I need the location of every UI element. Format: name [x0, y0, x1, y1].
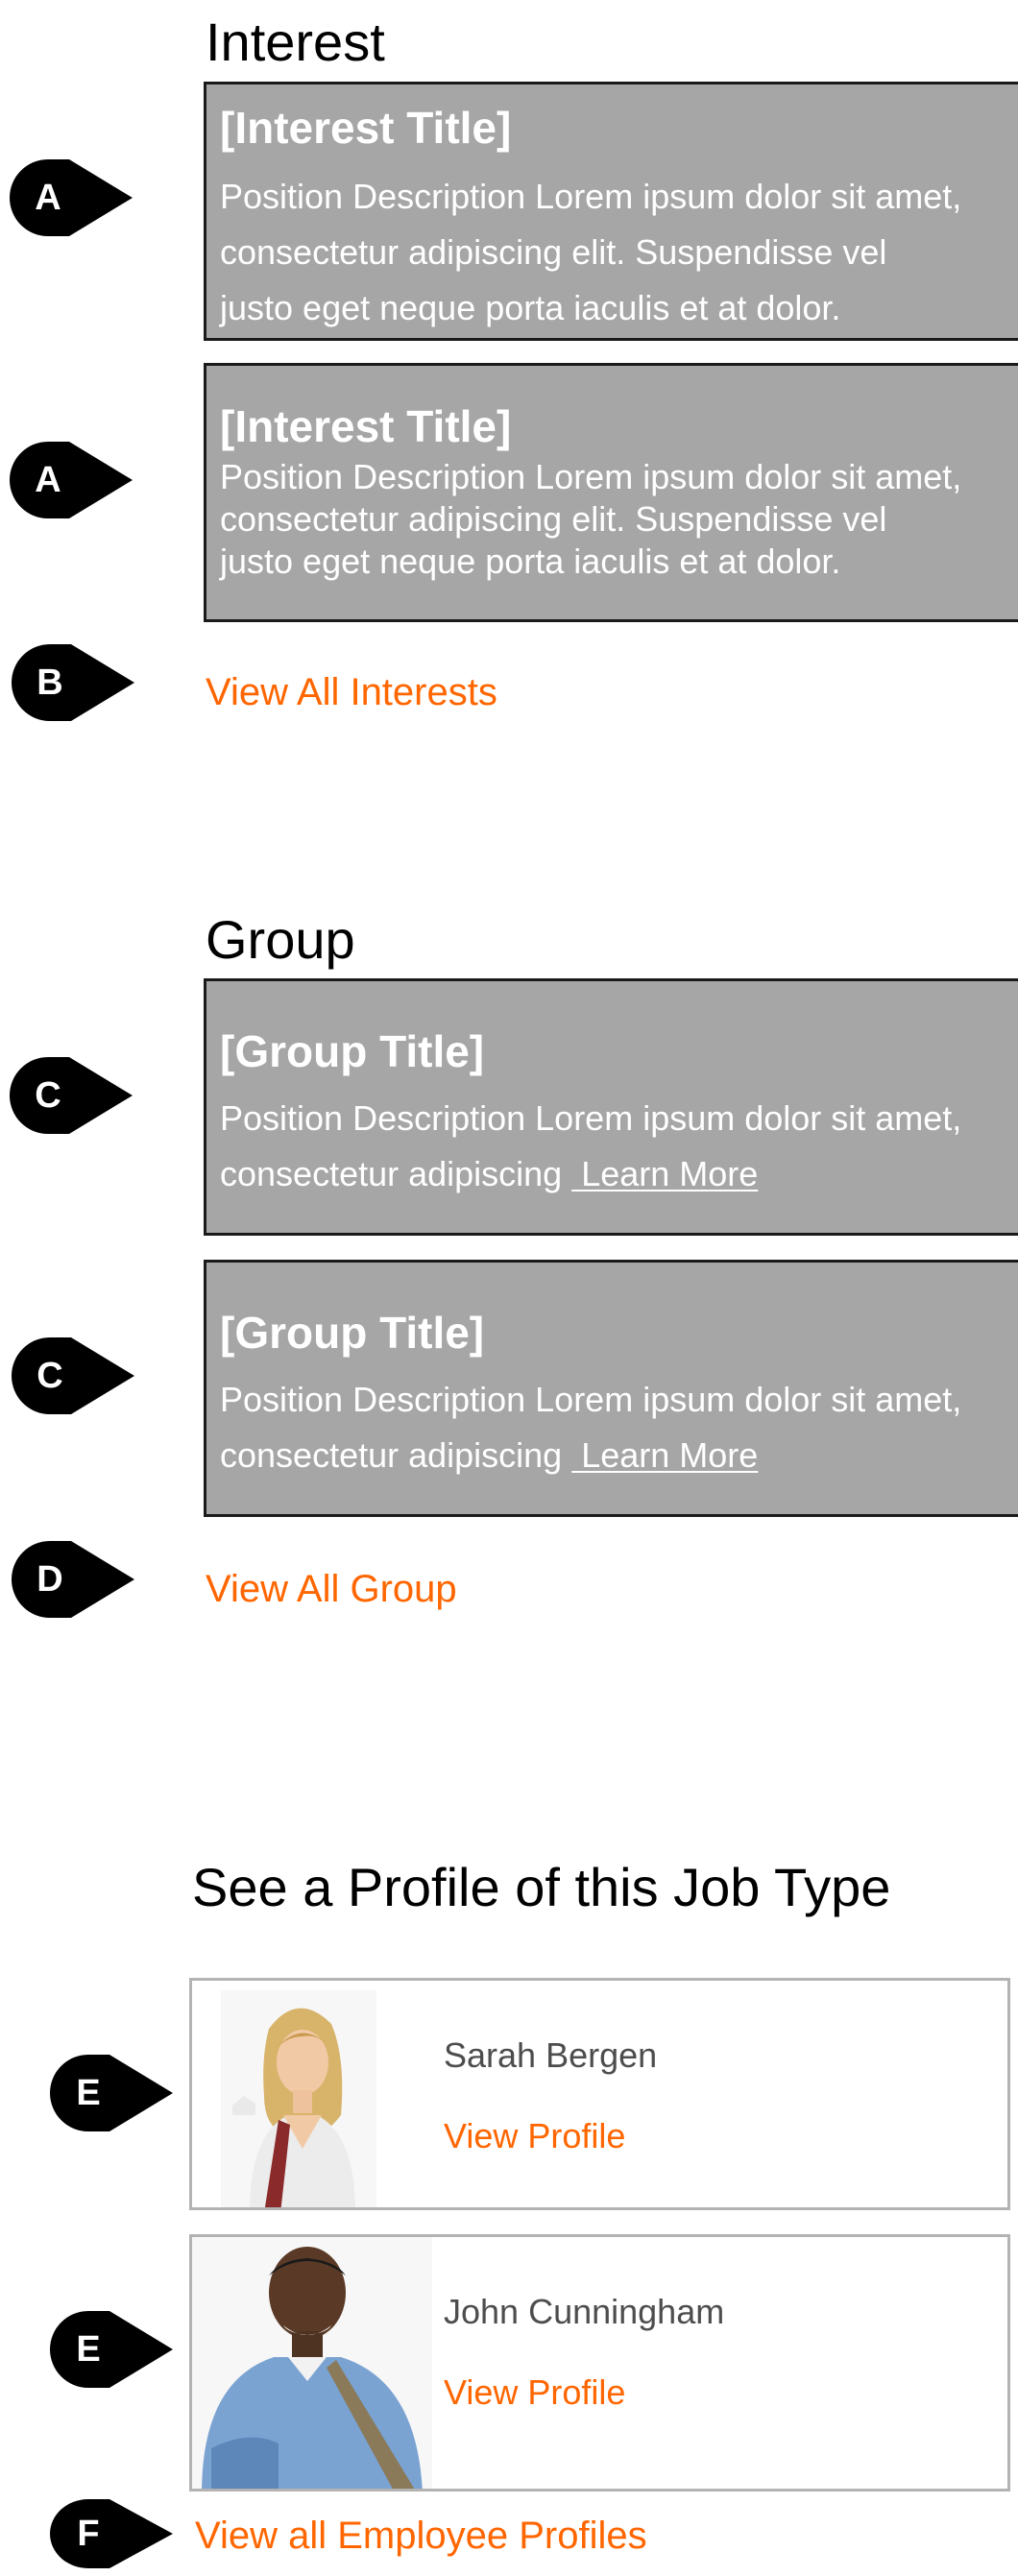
view-all-employee-profiles-link[interactable]: View all Employee Profiles: [195, 2516, 647, 2555]
marker-letter: C: [36, 1356, 63, 1396]
female-employee-photo-icon: [221, 1990, 376, 2207]
callout-marker-e: E: [50, 2055, 175, 2131]
description-line: Position Description Lorem ipsum dolor s…: [220, 457, 962, 496]
marker-letter: A: [35, 460, 61, 500]
view-profile-link[interactable]: View Profile: [444, 2375, 625, 2410]
description-text: consectetur adipiscing: [220, 1154, 572, 1193]
marker-letter: E: [76, 2073, 101, 2113]
learn-more-link[interactable]: Learn More: [571, 1435, 758, 1475]
marker-letter: E: [76, 2329, 101, 2370]
description-line: justo eget neque porta iaculis et at dol…: [220, 288, 841, 327]
interest-description: Position Description Lorem ipsum dolor s…: [220, 456, 961, 583]
interest-card[interactable]: [Interest Title] Position Description Lo…: [204, 363, 1018, 622]
profile-card[interactable]: John Cunningham View Profile: [189, 2234, 1010, 2492]
description-line: Position Description Lorem ipsum dolor s…: [220, 1098, 962, 1138]
view-profile-link[interactable]: View Profile: [444, 2119, 625, 2154]
learn-more-link[interactable]: Learn More: [571, 1154, 758, 1193]
group-heading: Group: [206, 909, 355, 970]
group-card[interactable]: [Group Title] Position Description Lorem…: [204, 978, 1018, 1236]
description-line: consectetur adipiscing Learn More: [220, 1428, 961, 1483]
callout-marker-c: C: [12, 1337, 136, 1414]
callout-marker-a: A: [10, 442, 134, 518]
group-title: [Group Title]: [220, 1026, 485, 1076]
marker-letter: A: [35, 178, 61, 218]
male-employee-photo-icon: [192, 2237, 432, 2489]
marker-letter: B: [36, 662, 63, 703]
callout-marker-a: A: [10, 159, 134, 236]
description-text: consectetur adipiscing: [220, 1435, 572, 1475]
group-description: Position Description Lorem ipsum dolor s…: [220, 1372, 961, 1483]
marker-letter: C: [35, 1075, 61, 1116]
description-line: Position Description Lorem ipsum dolor s…: [220, 1380, 962, 1419]
group-title: [Group Title]: [220, 1308, 485, 1358]
description-line: Position Description Lorem ipsum dolor s…: [220, 177, 962, 216]
interest-description: Position Description Lorem ipsum dolor s…: [220, 169, 961, 336]
marker-letter: D: [36, 1559, 63, 1600]
profiles-heading: See a Profile of this Job Type: [192, 1857, 891, 1917]
description-line: consectetur adipiscing Learn More: [220, 1146, 961, 1202]
callout-marker-c: C: [10, 1057, 134, 1134]
view-all-group-link[interactable]: View All Group: [206, 1570, 457, 1608]
description-line: consectetur adipiscing elit. Suspendisse…: [220, 232, 887, 272]
group-description: Position Description Lorem ipsum dolor s…: [220, 1091, 961, 1202]
callout-marker-f: F: [50, 2499, 175, 2576]
interest-title: [Interest Title]: [220, 103, 512, 153]
employee-name: John Cunningham: [444, 2292, 725, 2331]
employee-name: Sarah Bergen: [444, 2035, 658, 2075]
callout-marker-b: B: [12, 644, 136, 721]
description-line: consectetur adipiscing elit. Suspendisse…: [220, 499, 887, 539]
profile-card[interactable]: Sarah Bergen View Profile: [189, 1978, 1010, 2210]
interest-card[interactable]: [Interest Title] Position Description Lo…: [204, 82, 1018, 341]
view-all-interests-link[interactable]: View All Interests: [206, 673, 497, 711]
callout-marker-e: E: [50, 2311, 175, 2388]
group-card[interactable]: [Group Title] Position Description Lorem…: [204, 1260, 1018, 1517]
description-line: justo eget neque porta iaculis et at dol…: [220, 542, 841, 581]
callout-marker-d: D: [12, 1541, 136, 1618]
interest-heading: Interest: [206, 12, 385, 72]
interest-title: [Interest Title]: [220, 401, 512, 451]
marker-letter: F: [77, 2514, 100, 2554]
